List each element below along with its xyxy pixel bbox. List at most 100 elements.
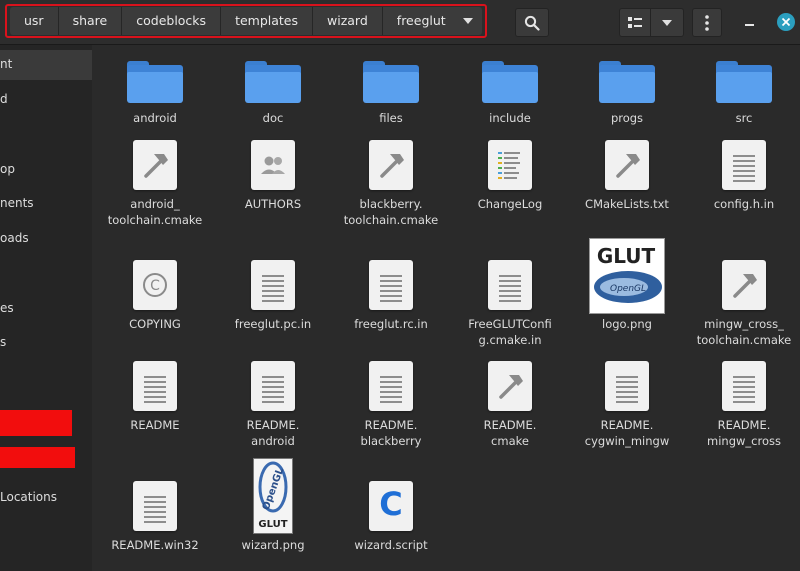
file-item[interactable]: C wizard.script (337, 481, 445, 556)
file-item[interactable]: freeglut.rc.in (337, 260, 445, 350)
file-item[interactable]: README. android (219, 361, 327, 451)
file-item[interactable]: GLUT OpenGL logo.png (573, 238, 681, 350)
redacted-bookmark-1[interactable] (0, 410, 72, 436)
crumb-freeglut[interactable]: freeglut (382, 7, 454, 35)
crumb-wizard[interactable]: wizard (313, 7, 383, 35)
file-name: AUTHORS (244, 197, 302, 211)
hammer-icon (722, 260, 766, 310)
file-item[interactable]: blackberry. toolchain.cmake (337, 140, 445, 230)
file-name: android (133, 111, 177, 125)
file-name: freeglut.rc.in (354, 317, 428, 331)
search-icon (524, 15, 540, 31)
folder-icon (482, 59, 538, 103)
text-file-icon (722, 140, 766, 190)
hammer-icon (133, 140, 177, 190)
file-item[interactable]: files (337, 59, 445, 129)
folder-icon (245, 59, 301, 103)
file-item[interactable]: android_ toolchain.cmake (101, 140, 209, 230)
file-name: doc (262, 111, 284, 125)
path-dropdown-button[interactable] (453, 7, 482, 35)
search-button[interactable] (515, 8, 549, 37)
sidebar-item-videos[interactable]: s (0, 335, 6, 349)
file-item[interactable]: README. blackberry (337, 361, 445, 451)
file-name: COPYING (129, 317, 181, 331)
kebab-menu-icon (705, 14, 709, 31)
file-name: README. cmake (483, 418, 537, 448)
minimize-icon (745, 24, 754, 26)
sidebar-item-pictures[interactable]: es (0, 301, 14, 315)
file-item[interactable]: OpenGL GLUT wizard.png (219, 458, 327, 556)
changelog-icon (488, 140, 532, 190)
opengl-logo-image: OpenGL GLUT (253, 458, 293, 534)
chevron-down-icon (462, 18, 473, 24)
crumb-share[interactable]: share (58, 7, 123, 35)
svg-text:OpenGL: OpenGL (610, 284, 646, 294)
file-name: CMakeLists.txt (585, 197, 669, 211)
file-item[interactable]: include (456, 59, 564, 129)
file-item[interactable]: CMakeLists.txt (573, 140, 681, 230)
file-name: logo.png (602, 317, 652, 331)
view-mode-button[interactable] (619, 8, 651, 37)
file-item[interactable]: README. mingw_cross (690, 361, 798, 451)
file-item[interactable]: README. cygwin_mingw (573, 361, 681, 451)
file-name: android_ toolchain.cmake (107, 197, 203, 227)
text-file-icon (251, 260, 295, 310)
file-name: README. blackberry (360, 418, 422, 448)
hammer-icon (488, 361, 532, 411)
sidebar-item-documents[interactable]: nents (0, 196, 34, 210)
file-item[interactable]: config.h.in (690, 140, 798, 230)
file-name: README. cygwin_mingw (584, 418, 670, 448)
sidebar: nt d op nents oads es s Locations (0, 45, 92, 571)
crumb-templates[interactable]: templates (221, 7, 314, 35)
file-name: wizard.script (354, 538, 428, 552)
text-file-icon (133, 361, 177, 411)
file-name: progs (610, 111, 644, 125)
file-name: README. android (246, 418, 300, 448)
file-name: wizard.png (241, 538, 305, 552)
close-icon (781, 17, 791, 27)
file-item[interactable]: android (101, 59, 209, 129)
redacted-bookmark-2[interactable] (0, 447, 75, 468)
file-item[interactable]: progs (573, 59, 681, 129)
svg-text:C: C (150, 278, 160, 294)
minimize-button[interactable] (741, 13, 759, 31)
text-file-icon (251, 361, 295, 411)
sidebar-item-starred[interactable]: d (0, 92, 8, 106)
sidebar-item-desktop[interactable]: op (0, 162, 15, 176)
file-name: config.h.in (713, 197, 775, 211)
folder-icon (599, 59, 655, 103)
text-file-icon (722, 361, 766, 411)
sidebar-item-recent[interactable]: nt (0, 57, 12, 71)
hammer-icon (369, 140, 413, 190)
crumb-usr[interactable]: usr (10, 7, 59, 35)
view-options-button[interactable] (650, 8, 684, 37)
file-item[interactable]: freeglut.pc.in (219, 260, 327, 350)
list-view-icon (628, 16, 642, 28)
file-item[interactable]: AUTHORS (219, 140, 327, 230)
text-file-icon (488, 260, 532, 310)
chevron-down-icon (662, 19, 672, 26)
crumb-codeblocks[interactable]: codeblocks (122, 7, 222, 35)
file-item[interactable]: README. cmake (456, 361, 564, 451)
text-file-icon (369, 361, 413, 411)
file-item[interactable]: ChangeLog (456, 140, 564, 230)
file-item[interactable]: src (690, 59, 798, 129)
sidebar-item-other-locations[interactable]: Locations (0, 490, 57, 504)
hammer-icon (605, 140, 649, 190)
file-item[interactable]: README (101, 361, 209, 451)
file-item[interactable]: README.win32 (101, 481, 209, 556)
folder-icon (716, 59, 772, 103)
folder-icon (127, 59, 183, 103)
file-name: README. mingw_cross (707, 418, 781, 448)
file-grid: android doc files include progs src andr… (92, 45, 800, 571)
file-item[interactable]: FreeGLUTConfi g.cmake.in (456, 260, 564, 350)
glut-logo-image: GLUT OpenGL (589, 238, 665, 314)
close-button[interactable] (777, 13, 795, 31)
main-menu-button[interactable] (692, 8, 722, 37)
file-item[interactable]: C COPYING (101, 260, 209, 350)
file-name: freeglut.pc.in (234, 317, 312, 331)
sidebar-item-downloads[interactable]: oads (0, 231, 29, 245)
file-item[interactable]: doc (219, 59, 327, 129)
file-name: README (130, 418, 180, 432)
file-item[interactable]: mingw_cross_ toolchain.cmake (690, 260, 798, 350)
